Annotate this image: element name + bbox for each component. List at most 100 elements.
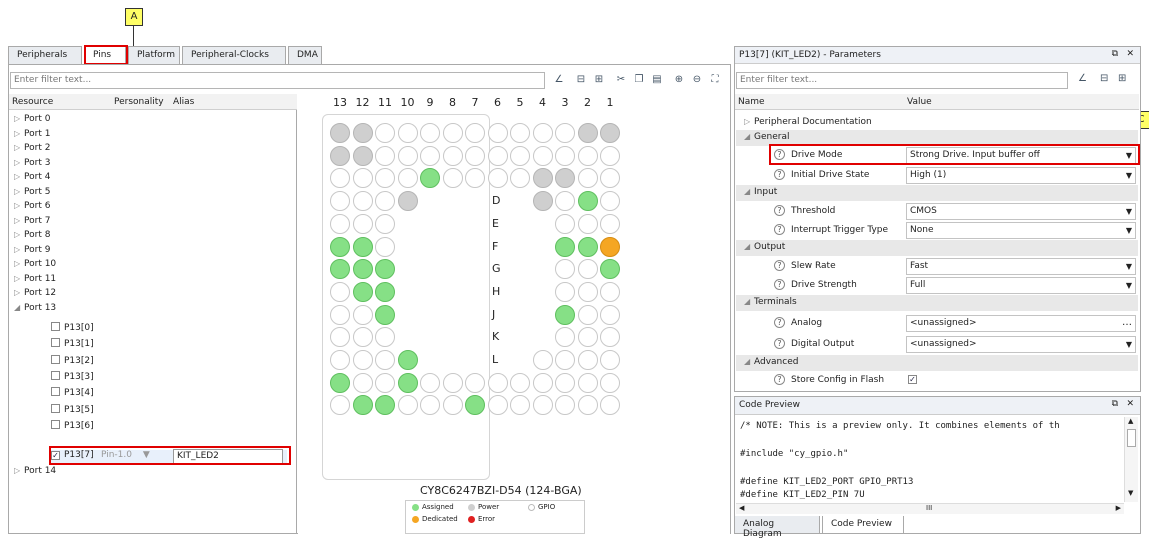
pin-ball[interactable] xyxy=(555,281,575,302)
pin-ball[interactable] xyxy=(600,123,620,143)
pin-ball[interactable] xyxy=(330,304,350,325)
slew-rate-select[interactable]: Fast ▼ xyxy=(906,258,1136,275)
pins-filter-input[interactable]: Enter filter text... xyxy=(10,72,545,89)
pin-ball[interactable] xyxy=(442,372,463,393)
pin-ball[interactable] xyxy=(397,395,418,416)
row-drive-strength[interactable]: ? Drive Strength Full ▼ xyxy=(736,276,1138,295)
category-advanced[interactable]: ◢ Advanced xyxy=(736,355,1138,371)
pin-ball[interactable] xyxy=(577,350,598,370)
close-icon[interactable]: ✕ xyxy=(1126,399,1134,409)
expand-icon[interactable]: ▷ xyxy=(14,172,24,181)
expand-icon[interactable]: ▷ xyxy=(14,158,24,167)
pin-ball[interactable] xyxy=(600,304,620,325)
zoom-in-icon[interactable]: ⊕ xyxy=(672,73,686,87)
tab-platform[interactable]: Platform xyxy=(128,46,180,64)
tree-row-pin[interactable]: P13[2] xyxy=(51,354,94,369)
pin-ball[interactable] xyxy=(352,304,373,325)
params-expand-icon[interactable]: ⊞ xyxy=(1118,73,1126,84)
pin-ball[interactable] xyxy=(330,281,350,302)
pin-ball[interactable] xyxy=(352,191,373,212)
pin-checkbox[interactable] xyxy=(51,419,60,429)
pin-ball[interactable] xyxy=(577,372,598,393)
pin-ball[interactable] xyxy=(555,304,575,325)
tree-row-pin[interactable]: P13[1] xyxy=(51,338,94,352)
pin-ball[interactable] xyxy=(442,168,463,189)
tree-row-pin[interactable]: P13[3] xyxy=(51,370,94,385)
scroll-thumb[interactable] xyxy=(1127,429,1136,447)
tab-peripherals[interactable]: Peripherals xyxy=(8,46,82,64)
tree-row-port[interactable]: ▷ Port 7 xyxy=(14,216,50,230)
expand-icon[interactable]: ▷ xyxy=(744,117,754,126)
pin-ball[interactable] xyxy=(465,145,485,166)
row-analog[interactable]: ? Analog <unassigned>… xyxy=(736,314,1138,333)
pin-ball[interactable] xyxy=(352,168,373,189)
pin-ball[interactable] xyxy=(420,145,440,166)
pin-ball[interactable] xyxy=(330,191,350,212)
expand-icon[interactable]: ▷ xyxy=(14,466,24,475)
pin-ball[interactable] xyxy=(352,145,373,166)
close-icon[interactable]: ✕ xyxy=(1126,49,1134,59)
tree-row-port[interactable]: ▷ Port 5 xyxy=(14,187,50,201)
copy-icon[interactable]: ❐ xyxy=(632,73,646,87)
expand-icon[interactable]: ▷ xyxy=(14,187,24,196)
pin-ball[interactable] xyxy=(352,395,373,416)
pin-ball[interactable] xyxy=(397,123,418,143)
horizontal-scrollbar[interactable]: ◀ III ▶ xyxy=(736,503,1124,514)
expand-icon[interactable]: ▷ xyxy=(14,274,24,283)
expand-icon[interactable]: ▷ xyxy=(14,129,24,138)
params-filter-input[interactable]: Enter filter text... xyxy=(736,72,1068,89)
tree-row-port[interactable]: ◢ Port 13 xyxy=(14,303,56,317)
row-initial-drive-state[interactable]: ? Initial Drive State High (1) ▼ xyxy=(736,166,1138,185)
tree-row-port-14[interactable]: ▷ Port 14 xyxy=(14,466,56,480)
pin-ball[interactable] xyxy=(330,145,350,166)
more-icon[interactable]: … xyxy=(1122,317,1132,328)
pin-ball[interactable] xyxy=(600,350,620,370)
tree-row-port[interactable]: ▷ Port 12 xyxy=(14,288,56,302)
pin-ball[interactable] xyxy=(352,281,373,302)
tree-row-port[interactable]: ▷ Port 4 xyxy=(14,172,50,186)
pin-checkbox[interactable] xyxy=(51,354,60,364)
pin-ball[interactable] xyxy=(600,236,620,257)
pin-ball[interactable] xyxy=(352,236,373,257)
pin-ball[interactable] xyxy=(532,145,553,166)
category-input[interactable]: ◢ Input xyxy=(736,185,1138,201)
pin-ball[interactable] xyxy=(510,123,530,143)
pin-ball[interactable] xyxy=(555,372,575,393)
pin-ball[interactable] xyxy=(532,372,553,393)
category-output[interactable]: ◢ Output xyxy=(736,240,1138,256)
expand-icon[interactable]: ▷ xyxy=(14,216,24,225)
pin-ball[interactable] xyxy=(487,372,508,393)
tab-analog-diagram[interactable]: Analog Diagram xyxy=(734,516,820,539)
expand-icon[interactable]: ▷ xyxy=(14,143,24,152)
tab-peripheral-clocks[interactable]: Peripheral-Clocks xyxy=(182,46,286,64)
params-collapse-icon[interactable]: ⊟ xyxy=(1100,73,1108,84)
pin-ball[interactable] xyxy=(600,281,620,302)
pin-ball[interactable] xyxy=(487,395,508,416)
pin-ball[interactable] xyxy=(577,191,598,212)
pin-ball[interactable] xyxy=(465,123,485,143)
collapse-icon[interactable]: ◢ xyxy=(744,132,754,141)
pin-ball[interactable] xyxy=(397,145,418,166)
tree-row-port[interactable]: ▷ Port 3 xyxy=(14,158,50,172)
pin-ball[interactable] xyxy=(600,191,620,212)
expand-icon[interactable]: ▷ xyxy=(14,259,24,268)
pin-ball[interactable] xyxy=(375,145,395,166)
collapse-icon[interactable]: ◢ xyxy=(14,303,24,312)
pin-ball[interactable] xyxy=(577,123,598,143)
float-icon[interactable]: ⧉ xyxy=(1112,399,1118,409)
pin-ball[interactable] xyxy=(375,372,395,393)
clear-filter-icon[interactable]: ∠ xyxy=(552,73,566,87)
tree-row-pin[interactable]: P13[0] xyxy=(51,322,94,336)
pin-ball[interactable] xyxy=(375,350,395,370)
pin-ball[interactable] xyxy=(532,395,553,416)
pin-ball[interactable] xyxy=(555,191,575,212)
tree-row-port[interactable]: ▷ Port 10 xyxy=(14,259,56,273)
collapse-icon[interactable]: ◢ xyxy=(744,357,754,366)
pin-ball[interactable] xyxy=(375,281,395,302)
pin-ball[interactable] xyxy=(532,191,553,212)
tree-row-port[interactable]: ▷ Port 1 xyxy=(14,129,50,143)
pin-ball[interactable] xyxy=(487,123,508,143)
pin-ball[interactable] xyxy=(375,236,395,257)
drive-strength-select[interactable]: Full ▼ xyxy=(906,277,1136,294)
tab-code-preview[interactable]: Code Preview xyxy=(822,516,904,534)
